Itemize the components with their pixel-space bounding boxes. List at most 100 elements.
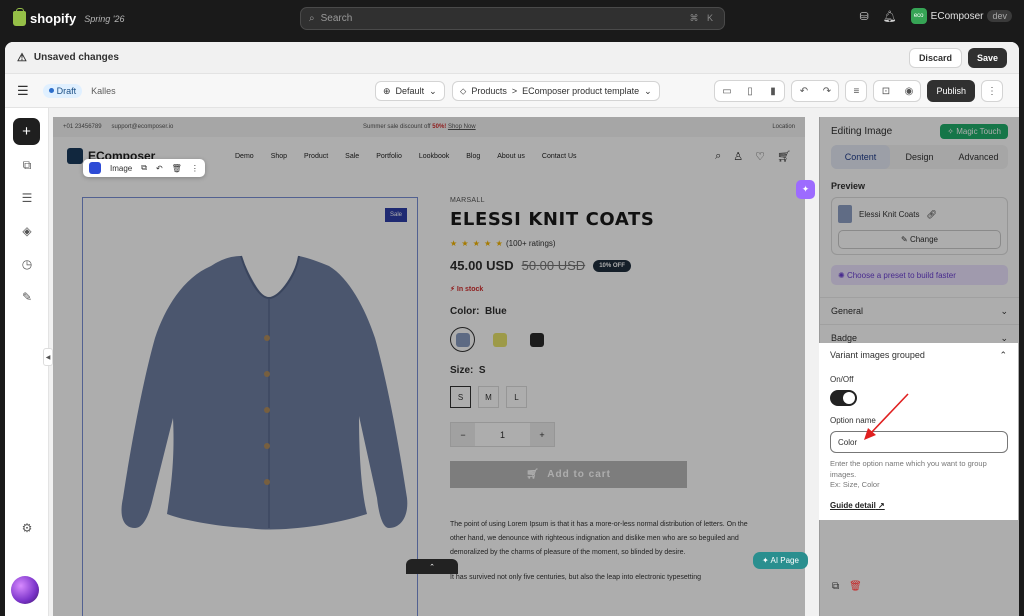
inspect-icon[interactable]: ⊡ [874,81,897,101]
more-icon[interactable]: ⋮ [981,80,1003,102]
variant-section-header[interactable]: Variant images grouped ⌃ [830,343,1007,367]
mobile-icon[interactable]: ▮ [761,81,784,101]
nav-about[interactable]: About us [497,153,525,160]
unsaved-title: Unsaved changes [33,52,119,63]
qty-minus-button[interactable]: − [451,423,475,446]
breadcrumb-parent: Products [471,86,507,96]
image-toolbar-label: Image [110,163,133,173]
swatch-black[interactable] [524,327,549,352]
database-icon[interactable]: ⛁ [859,10,868,23]
viewport-switcher: ▭ ▯ ▮ [714,80,786,102]
nav-lookbook[interactable]: Lookbook [419,153,449,160]
swatch-yellow[interactable] [487,327,512,352]
history-icon[interactable]: ◷ [17,254,37,274]
ai-page-button[interactable]: ✦ AI Page [753,552,808,569]
announcement-text: Summer sale discount off 50%! Shop Now [363,124,476,130]
edition-label: Spring '26 [84,13,125,24]
product-price: 45.00 USD 50.00 USD 10% OFF [450,258,780,273]
undo-icon[interactable]: ↶ [792,81,815,101]
product-vendor[interactable]: MARSALL [450,197,780,204]
collapse-sidebar-icon[interactable]: ◀ [43,348,53,366]
settings-sliders-icon[interactable]: ≡ [845,80,868,102]
bell-icon[interactable]: 🔔︎ [883,10,897,23]
search-icon: ⌕ [309,13,315,24]
add-element-button[interactable]: + [13,118,40,145]
publish-button[interactable]: Publish [927,80,975,102]
option-name-input[interactable]: Color [830,431,1008,453]
qty-plus-button[interactable]: + [530,423,554,446]
product-info: MARSALL ELESSI KNIT COATS ★ ★ ★ ★ ★ (100… [450,197,780,581]
product-image[interactable]: Sale [82,197,418,616]
guide-detail-link[interactable]: Guide detail ↗ [830,501,1007,510]
sparkle-icon: ✦ [762,556,769,565]
cart-icon[interactable]: 🛒︎ [777,150,791,163]
nav-contact[interactable]: Contact Us [542,153,577,160]
option-name-label: Option name [830,416,876,425]
phone-text: +01 23456789 [63,124,102,130]
swatch-black-fill [529,332,544,347]
cardigan-image [121,255,408,530]
breadcrumb-current: EComposer product template [522,86,640,96]
copy-icon[interactable]: ⧉ [832,581,839,592]
lightning-icon: ⚡︎ [450,286,455,293]
size-s[interactable]: S [450,386,471,408]
settings-icon[interactable]: ⚙ [17,518,37,538]
ai-page-label: AI Page [770,556,799,565]
add-to-cart-button[interactable]: 🛒︎ Add to cart [450,461,687,488]
nav-demo[interactable]: Demo [235,153,254,160]
search-icon[interactable]: ⌕ [715,150,721,163]
nav-blog[interactable]: Blog [466,153,480,160]
wishlist-icon[interactable]: ♡ [755,150,765,163]
swatch-blue[interactable] [450,327,475,352]
preview-eye-icon[interactable]: ◉ [897,81,920,101]
nav-sale[interactable]: Sale [345,153,359,160]
layers-icon[interactable]: ☰ [17,188,37,208]
email-text: support@ecomposer.io [111,124,174,130]
undo-icon[interactable]: ↶ [156,164,163,173]
draft-dot [48,88,54,93]
variant-group-toggle[interactable] [830,390,857,406]
device-select[interactable]: ⊕ Default ⌄ [375,81,445,101]
chevron-up-icon: ⌃ [999,349,1007,360]
tablet-icon[interactable]: ▯ [738,81,761,101]
history-group: ↶ ↷ [791,80,840,102]
size-m[interactable]: M [478,386,499,408]
unsaved-bar: ⚠ Unsaved changes Discard Save [5,42,1019,74]
nav-shop[interactable]: Shop [271,153,287,160]
add-to-cart-label: Add to cart [547,469,612,480]
more-icon[interactable]: ⋮ [191,164,199,173]
size-l[interactable]: L [506,386,527,408]
chevron-down-icon: ⌄ [429,85,437,96]
ai-sparkle-icon[interactable]: ✦ [796,180,815,199]
template-select[interactable]: ⬦ Products > EComposer product template … [452,81,660,101]
variant-images-section: Variant images grouped ⌃ On/Off Option n… [819,343,1018,520]
breadcrumb-separator: > [511,86,518,96]
expand-bottom-icon[interactable]: ⌃ [406,559,458,574]
admin-topbar: shopify Spring '26 ⌕ Search ⌘ K ⛁ 🔔︎ eco… [0,0,1024,37]
shopify-logo[interactable]: shopify [13,8,77,26]
save-button[interactable]: Save [967,47,1007,68]
trash-icon[interactable]: 🗑︎ [172,164,182,173]
discard-button[interactable]: Discard [908,47,962,68]
cart-icon: 🛒︎ [525,469,540,480]
account-icon[interactable]: ♙ [733,150,743,163]
sale-badge: Sale [384,208,407,222]
redo-icon[interactable]: ↷ [815,81,838,101]
qty-value[interactable]: 1 [491,430,515,440]
location-link[interactable]: Location [772,124,795,130]
store-switcher[interactable]: eco EComposer dev [910,8,1012,24]
theme-style-icon[interactable]: ✎ [17,287,37,307]
trash-icon[interactable]: 🗑︎ [849,581,862,592]
search-input[interactable]: ⌕ Search ⌘ K [300,7,725,30]
duplicate-icon[interactable]: ⧉ [141,163,147,173]
desktop-icon[interactable]: ▭ [715,81,738,101]
menu-icon[interactable]: ☰ [17,83,29,99]
sections-icon[interactable]: ⧉ [17,155,37,175]
image-toolbar: Image ⧉ ↶ 🗑︎ ⋮ [83,159,205,177]
ai-assistant-avatar[interactable] [11,576,39,604]
brand-name: shopify [30,11,77,26]
library-icon[interactable]: ◈ [17,221,37,241]
nav-product[interactable]: Product [304,153,328,160]
nav-portfolio[interactable]: Portfolio [376,153,402,160]
red-arrow-annotation [864,393,909,440]
